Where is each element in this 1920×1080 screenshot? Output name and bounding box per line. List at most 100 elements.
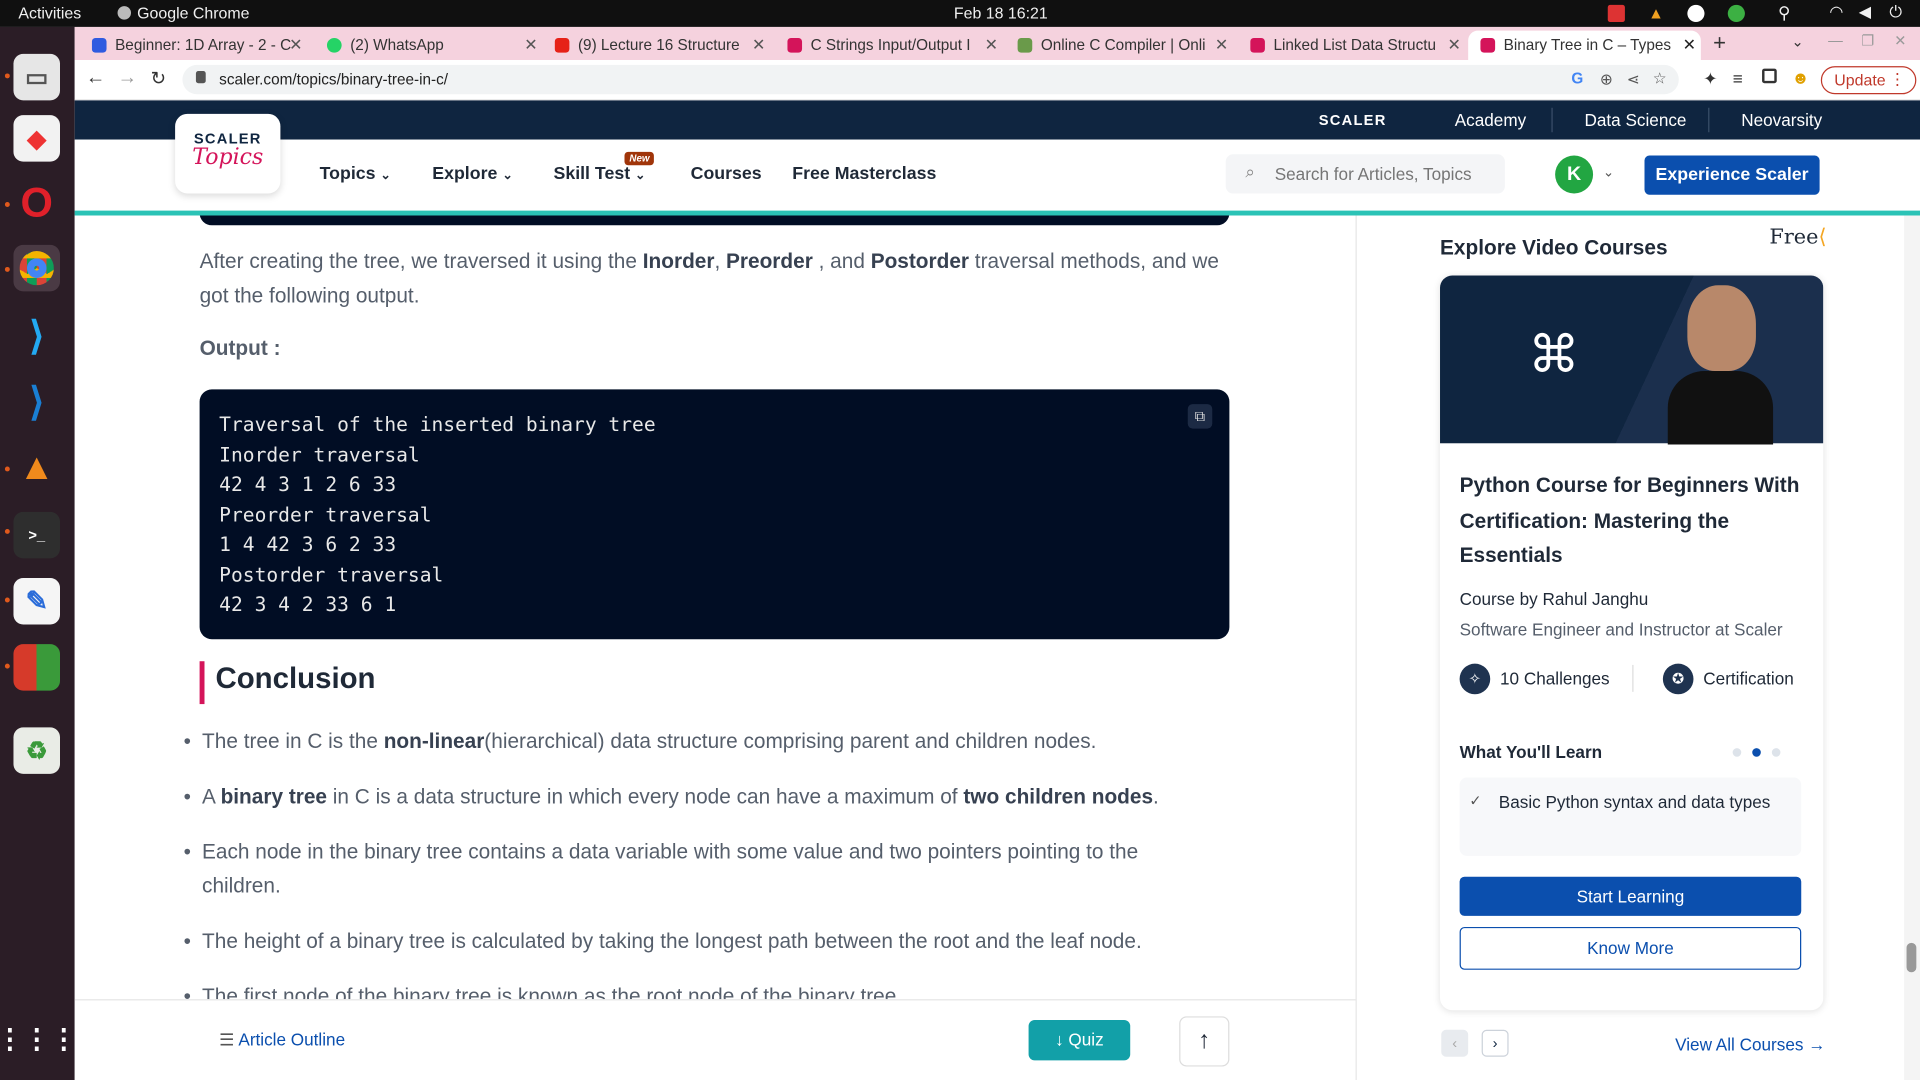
chevron-down-icon[interactable]: ⌄ xyxy=(1603,164,1614,180)
copy-icon[interactable]: ⧉ xyxy=(1187,404,1213,429)
files-icon[interactable]: ▭ xyxy=(13,53,61,101)
list-item: The first node of the binary tree is kno… xyxy=(184,980,1206,1000)
tab-1d-array[interactable]: Beginner: 1D Array - 2 - C ✕ xyxy=(91,31,308,60)
course-card[interactable]: ⌘ Python Course for Beginners With Certi… xyxy=(1440,275,1824,1011)
academy-link[interactable]: Academy xyxy=(1455,110,1526,130)
tab-whatsapp[interactable]: (2) WhatsApp ✕ xyxy=(326,31,543,60)
vscode-icon[interactable]: ⟩ xyxy=(13,378,60,425)
sidebar-heading: Explore Video Courses xyxy=(1440,236,1668,260)
search-box[interactable]: ⌕ xyxy=(1225,154,1505,194)
reload-icon[interactable]: ↻ xyxy=(151,67,166,90)
search-input[interactable] xyxy=(1274,160,1496,188)
list-item: The height of a binary tree is calculate… xyxy=(184,924,1206,958)
start-learning-button[interactable]: Start Learning xyxy=(1459,876,1802,916)
scaler-topics-logo[interactable]: SCALER Topics xyxy=(175,113,281,194)
tab-close-icon[interactable]: ✕ xyxy=(1683,36,1696,56)
course-title[interactable]: Python Course for Beginners With Certifi… xyxy=(1460,469,1809,574)
article-outline-button[interactable]: ☰ Article Outline xyxy=(219,1030,345,1051)
carousel-prev-icon[interactable]: ‹ xyxy=(1441,1029,1469,1057)
vlc-tray-icon[interactable]: ▲ xyxy=(1648,4,1664,22)
nav-topics[interactable]: Topics ⌄ xyxy=(320,164,391,184)
carousel-next-icon[interactable]: › xyxy=(1481,1029,1509,1057)
avatar[interactable]: K xyxy=(1555,155,1594,194)
tab-binary-tree[interactable]: Binary Tree in C – Types ✕ xyxy=(1468,30,1701,61)
screen-record-icon[interactable] xyxy=(1607,4,1625,23)
scrollbar-thumb[interactable] xyxy=(1906,942,1917,973)
carousel-dot[interactable] xyxy=(1732,748,1742,757)
app-menu[interactable]: Google Chrome xyxy=(117,4,250,22)
trash-icon[interactable]: ♻ xyxy=(13,727,61,774)
address-bar[interactable]: scaler.com/topics/binary-tree-in-c/ G ⊕ … xyxy=(182,64,1679,95)
update-tray-icon[interactable] xyxy=(1727,4,1745,23)
back-icon[interactable]: ← xyxy=(86,67,106,89)
course-author: Course by Rahul Janghu xyxy=(1459,588,1649,609)
power-icon[interactable]: ⏻ xyxy=(1889,2,1902,22)
scroll-to-top-button[interactable]: ↑ xyxy=(1179,1016,1230,1067)
share-icon[interactable]: ⋖ xyxy=(1627,70,1640,88)
data-science-link[interactable]: Data Science xyxy=(1585,110,1687,130)
terminal-icon[interactable]: >_ xyxy=(13,511,61,559)
reading-list-icon[interactable]: ≡ xyxy=(1733,69,1743,89)
app-grid-tiles-icon[interactable] xyxy=(13,644,61,691)
tab-close-icon[interactable]: ✕ xyxy=(1447,36,1460,56)
kebab-menu-icon[interactable]: ⋮ xyxy=(1889,70,1905,90)
zoom-icon[interactable]: ⊕ xyxy=(1600,70,1613,88)
carousel-dot-active[interactable] xyxy=(1752,748,1761,757)
scrollbar[interactable] xyxy=(1904,215,1920,1080)
chrome-dock-icon[interactable] xyxy=(13,244,61,292)
clock[interactable]: Feb 18 16:21 xyxy=(954,4,1048,22)
update-button[interactable]: Update ⋮ xyxy=(1820,66,1917,95)
profile-icon[interactable]: ☻ xyxy=(1791,67,1809,87)
skype-tray-icon[interactable] xyxy=(1687,4,1705,23)
previous-code-block xyxy=(199,215,1230,226)
forward-icon[interactable]: → xyxy=(118,67,138,89)
compiler-icon xyxy=(1017,37,1033,53)
text-editor-icon[interactable]: ✎ xyxy=(13,577,61,625)
view-all-courses-link[interactable]: View All Courses → xyxy=(1675,1035,1825,1055)
carousel-dot[interactable] xyxy=(1771,748,1781,757)
new-tab-button[interactable]: + xyxy=(1713,31,1726,57)
opera-icon[interactable]: O xyxy=(13,179,60,227)
neovarsity-link[interactable]: Neovarsity xyxy=(1741,110,1822,130)
tab-online-compiler[interactable]: Online C Compiler | Onli ✕ xyxy=(1017,31,1234,60)
nav-explore[interactable]: Explore ⌄ xyxy=(432,164,512,184)
maximize-icon[interactable]: ❐ xyxy=(1861,32,1874,49)
wifi-icon[interactable]: ◠ xyxy=(1829,2,1843,22)
know-more-button[interactable]: Know More xyxy=(1459,926,1802,970)
tab-title: Beginner: 1D Array - 2 - C xyxy=(115,36,292,54)
nav-free-masterclass[interactable]: Free Masterclass xyxy=(792,164,936,184)
vscode-insiders-icon[interactable]: ⟩ xyxy=(13,312,60,359)
nav-skill-test[interactable]: Skill Test ⌄ New xyxy=(553,151,655,184)
side-panel-icon[interactable] xyxy=(1762,68,1777,84)
experience-scaler-button[interactable]: Experience Scaler xyxy=(1644,155,1820,195)
chrome-icon xyxy=(117,6,132,20)
show-apps-icon[interactable]: ⋮⋮⋮ xyxy=(0,1016,77,1063)
google-lens-icon[interactable]: G xyxy=(1571,70,1583,87)
tab-title: Binary Tree in C – Types xyxy=(1503,36,1672,54)
extensions-icon[interactable]: ✦ xyxy=(1703,69,1717,90)
window-close-icon[interactable]: ✕ xyxy=(1894,32,1906,49)
accessibility-icon[interactable]: ⚲ xyxy=(1778,2,1791,23)
volume-icon[interactable]: ◀ xyxy=(1859,2,1871,22)
scaler-link[interactable]: SCALER xyxy=(1319,111,1387,128)
tab-close-icon[interactable]: ✕ xyxy=(1215,36,1228,56)
tab-lecture[interactable]: (9) Lecture 16 Structure ✕ xyxy=(554,31,771,60)
tab-close-icon[interactable]: ✕ xyxy=(752,36,765,56)
tab-search-icon[interactable]: ⌄ xyxy=(1791,33,1803,50)
tab-close-icon[interactable]: ✕ xyxy=(985,36,998,56)
tab-c-strings[interactable]: C Strings Input/Output I ✕ xyxy=(787,31,1003,60)
site-header: SCALER Topics Topics ⌄ Explore ⌄ Skill T… xyxy=(74,113,1920,211)
list-icon: ☰ xyxy=(219,1029,235,1050)
software-center-icon[interactable]: ◆ xyxy=(13,115,61,162)
check-icon: ✓ xyxy=(1469,792,1482,810)
vlc-icon[interactable]: ▲ xyxy=(13,444,60,491)
minimize-icon[interactable]: — xyxy=(1828,32,1843,49)
lock-icon[interactable] xyxy=(195,71,206,84)
nav-courses[interactable]: Courses xyxy=(691,164,762,184)
bookmark-star-icon[interactable]: ☆ xyxy=(1653,69,1667,87)
tab-linked-list[interactable]: Linked List Data Structu ✕ xyxy=(1250,31,1466,60)
tab-close-icon[interactable]: ✕ xyxy=(289,36,302,56)
quiz-button[interactable]: ↓ Quiz xyxy=(1028,1020,1131,1061)
activities-button[interactable]: Activities xyxy=(18,4,81,22)
tab-close-icon[interactable]: ✕ xyxy=(524,36,537,56)
